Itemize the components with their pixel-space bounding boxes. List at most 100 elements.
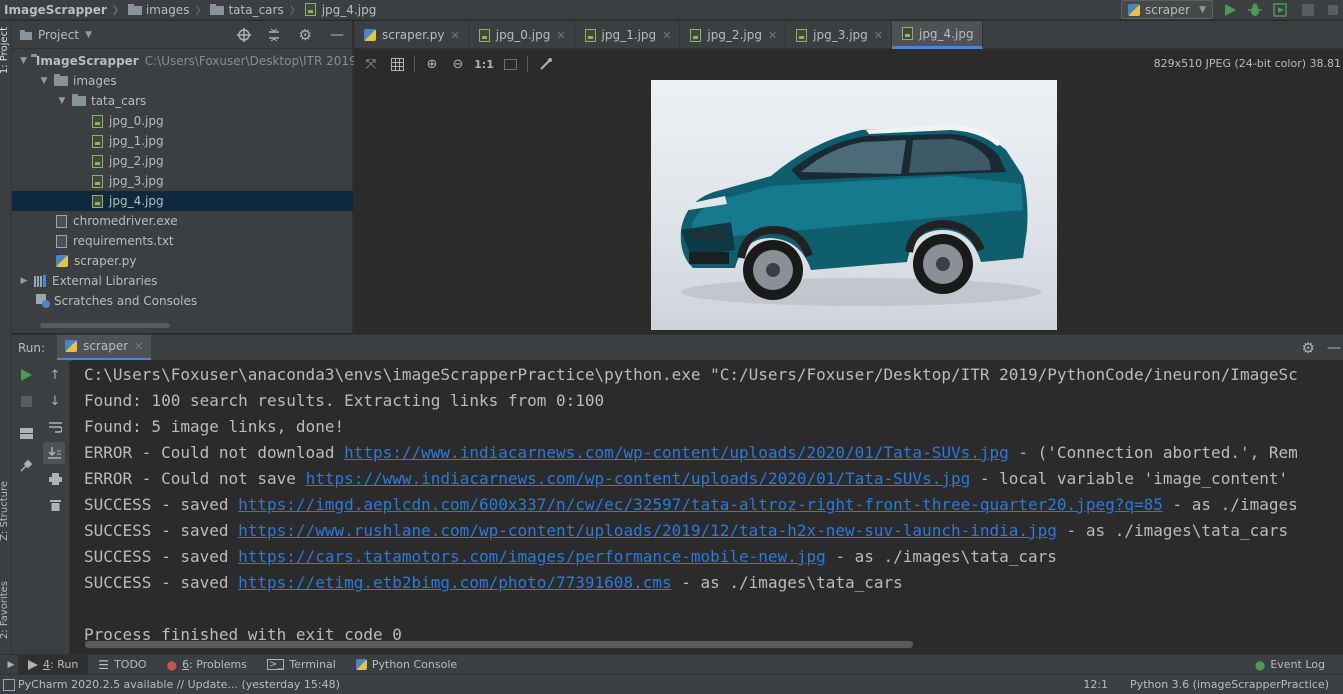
down-arrow-icon[interactable]: ↓ [46, 392, 64, 410]
tab-jpg-1[interactable]: jpg_1.jpg ✕ [575, 21, 681, 49]
console-line: SUCCESS - saved https://etimg.etb2bimg.c… [84, 573, 903, 592]
debug-button[interactable] [1247, 2, 1263, 18]
editor-tab-bar: scraper.py ✕ jpg_0.jpg ✕ jpg_1.jpg ✕ jpg_2.… [354, 21, 1343, 49]
console-line: SUCCESS - saved https://www.rushlane.com… [84, 521, 1289, 540]
tree-item-jpg-2[interactable]: jpg_2.jpg [12, 151, 353, 171]
bug-icon [1248, 3, 1262, 16]
console-link[interactable]: https://www.indiacarnews.com/wp-content/… [344, 443, 1009, 462]
tree-item-project-root[interactable]: ▼ ImageScrapper C:\Users\Foxuser\Desktop… [12, 51, 380, 71]
tree-item-scratches[interactable]: Scratches and Consoles [12, 291, 353, 311]
python-file-icon [56, 255, 68, 267]
tab-jpg-2[interactable]: jpg_2.jpg ✕ [680, 21, 787, 49]
chevron-down-icon: ▼ [58, 96, 66, 106]
image-file-icon [92, 134, 103, 148]
console-link[interactable]: https://imgd.aeplcdn.com/600x337/n/cw/ec… [238, 495, 1163, 514]
python-icon [65, 340, 78, 352]
tree-item-scraper-py[interactable]: scraper.py [12, 251, 353, 271]
tree-item-requirements[interactable]: requirements.txt [12, 231, 353, 251]
tree-item-images[interactable]: ▼ images [12, 71, 353, 91]
console-link[interactable]: https://www.rushlane.com/wp-content/uplo… [238, 521, 1057, 540]
structure-tool-tab[interactable]: Z: Structure [0, 481, 10, 541]
terminal-icon: >_ [266, 659, 285, 670]
project-tool-tab[interactable]: 1: Project [0, 27, 10, 74]
interpreter-selector[interactable]: Python 3.6 (imageScrapperPractice) [1130, 678, 1329, 691]
trash-icon[interactable] [46, 496, 64, 514]
coverage-button[interactable] [1272, 2, 1288, 18]
hide-icon[interactable]: — [1327, 340, 1341, 356]
toggle-panel-icon[interactable]: ▶ [4, 660, 18, 670]
scroll-to-end-icon[interactable] [43, 442, 65, 464]
run-toolbar-primary [12, 360, 40, 654]
tab-jpg-3[interactable]: jpg_3.jpg ✕ [786, 21, 892, 49]
chevron-down-icon[interactable]: ▼ [85, 30, 92, 40]
console-link[interactable]: https://etimg.etb2bimg.com/photo/7739160… [238, 573, 671, 592]
rerun-button[interactable] [17, 366, 35, 384]
close-icon[interactable]: ✕ [556, 29, 565, 42]
breadcrumb-file[interactable]: jpg_4.jpg [301, 3, 376, 17]
gear-icon[interactable]: ⚙ [1302, 339, 1315, 357]
run-panel-label: Run: [18, 340, 46, 355]
up-arrow-icon[interactable]: ↑ [46, 366, 64, 384]
actual-size-button[interactable]: 1:1 [474, 55, 494, 73]
fit-zoom-icon[interactable]: ⤧ [362, 55, 380, 73]
close-icon[interactable]: ✕ [451, 29, 460, 42]
fit-to-window-icon[interactable] [501, 55, 519, 73]
run-button[interactable] [1222, 2, 1238, 18]
print-icon[interactable] [46, 470, 64, 488]
zoom-in-icon[interactable]: ⊕ [423, 55, 441, 73]
caret-position[interactable]: 12:1 [1083, 678, 1108, 691]
tree-item-chromedriver[interactable]: chromedriver.exe [12, 211, 353, 231]
tree-item-external-libraries[interactable]: ▶ External Libraries [12, 271, 353, 291]
tree-item-jpg-4[interactable]: jpg_4.jpg [12, 191, 353, 211]
breadcrumb-images[interactable]: images 〉 [124, 2, 206, 18]
breadcrumb-tata-cars[interactable]: tata_cars 〉 [206, 2, 301, 18]
run-console-output[interactable]: C:\Users\Foxuser\anaconda3\envs\imageScr… [71, 360, 1343, 654]
stop-button[interactable] [1300, 2, 1316, 18]
run-tab-scraper[interactable]: scraper ✕ [57, 334, 152, 361]
run-panel-header: Run: scraper ✕ ⚙ — [12, 334, 1343, 361]
color-picker-icon[interactable] [536, 55, 554, 73]
console-link[interactable]: https://www.indiacarnews.com/wp-content/… [306, 469, 971, 488]
console-link[interactable]: https://cars.tatamotors.com/images/perfo… [238, 547, 826, 566]
status-message[interactable]: PyCharm 2020.2.5 available // Update... … [18, 678, 340, 691]
tab-run[interactable]: 4: Run [18, 654, 89, 675]
layout-button[interactable] [17, 424, 35, 442]
gear-icon[interactable]: ⚙ [299, 26, 312, 44]
hide-icon[interactable]: — [330, 27, 344, 43]
tree-item-jpg-0[interactable]: jpg_0.jpg [12, 111, 353, 131]
console-horizontal-scrollbar[interactable] [85, 641, 913, 648]
grid-icon[interactable] [388, 55, 406, 73]
close-icon[interactable]: ✕ [768, 29, 777, 42]
status-toggle-icon[interactable] [3, 678, 15, 691]
tab-python-console[interactable]: Python Console [346, 655, 467, 675]
tab-terminal[interactable]: >_ Terminal [257, 655, 346, 675]
tree-item-jpg-1[interactable]: jpg_1.jpg [12, 131, 353, 151]
project-view-select[interactable]: Project [38, 28, 79, 42]
tab-scraper-py[interactable]: scraper.py ✕ [354, 21, 469, 49]
soft-wrap-icon[interactable] [46, 418, 64, 436]
collapse-all-icon[interactable] [267, 28, 281, 42]
coverage-icon [1273, 3, 1287, 17]
locate-icon[interactable] [236, 27, 251, 42]
favorites-tool-tab[interactable]: 2: Favorites [0, 581, 10, 639]
project-horizontal-scrollbar[interactable] [40, 323, 170, 328]
bottom-tool-window-bar: ▶ 4: Run ☰ TODO ● 6: Problems >_ Terminal P… [0, 654, 1343, 675]
breadcrumb-project[interactable]: ImageScrapper 〉 [0, 2, 124, 18]
tab-todo[interactable]: ☰ TODO [88, 655, 156, 675]
close-icon[interactable]: ✕ [874, 29, 883, 42]
folder-icon [210, 4, 225, 15]
pin-button[interactable] [17, 456, 35, 474]
stop-button[interactable] [17, 392, 35, 410]
more-toolbar[interactable] [1323, 2, 1343, 18]
tree-item-tata-cars[interactable]: ▼ tata_cars [12, 91, 353, 111]
tab-jpg-4[interactable]: jpg_4.jpg [891, 21, 983, 49]
close-icon[interactable]: ✕ [662, 29, 671, 42]
tree-item-jpg-3[interactable]: jpg_3.jpg [12, 171, 353, 191]
tab-problems[interactable]: ● 6: Problems [157, 655, 257, 675]
tab-jpg-0[interactable]: jpg_0.jpg ✕ [469, 21, 575, 49]
close-icon[interactable]: ✕ [134, 340, 143, 353]
zoom-out-icon[interactable]: ⊖ [449, 55, 467, 73]
tab-event-log[interactable]: ● Event Log [1245, 655, 1343, 675]
run-configuration-select[interactable]: scraper ▼ [1121, 0, 1213, 19]
